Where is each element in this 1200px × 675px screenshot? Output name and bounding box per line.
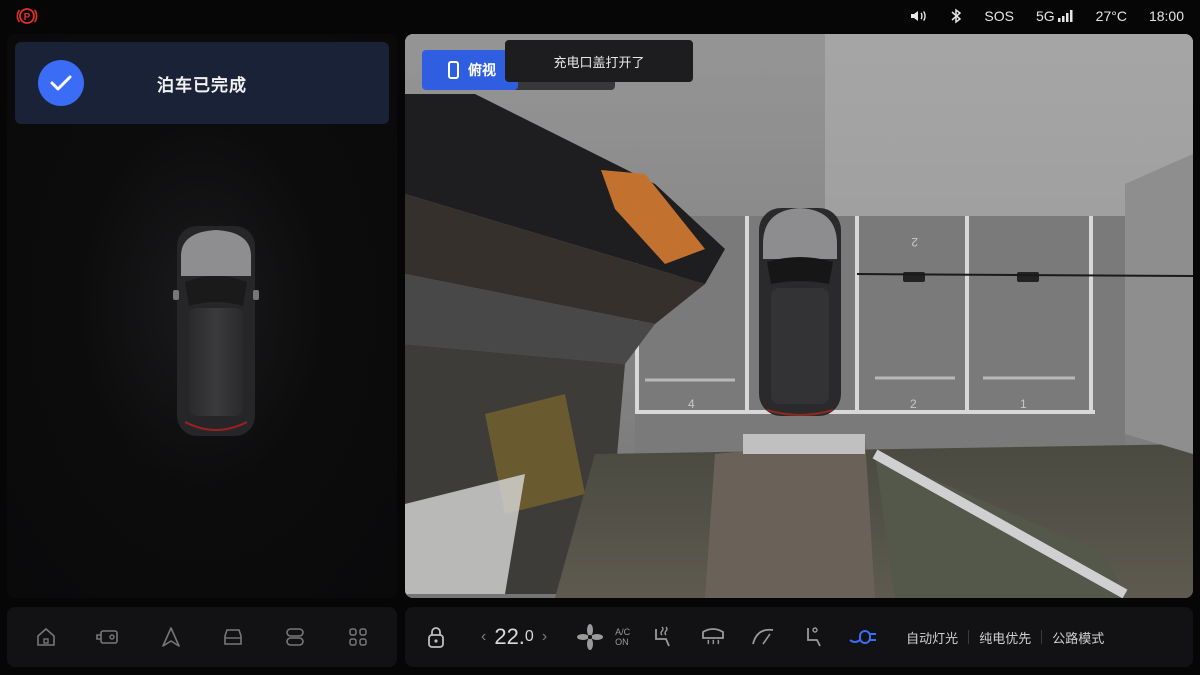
parking-complete-card: 泊车已完成 (15, 42, 389, 124)
ego-vehicle (759, 208, 841, 416)
fan-icon[interactable] (573, 620, 607, 654)
temp-increase-button[interactable]: › (534, 628, 555, 646)
outside-temperature: 27°C (1095, 8, 1127, 24)
ev-priority-button[interactable]: 纯电优先 (969, 628, 1041, 647)
climate-dock: ‹ 22. 0 › A/C ON 自动灯光 纯电优先 公路模式 (405, 607, 1193, 667)
slot-number: 4 (688, 397, 695, 411)
bluetooth-icon[interactable] (950, 8, 962, 24)
slot-number: 1 (1020, 397, 1027, 411)
parking-status-text: 泊车已完成 (157, 75, 247, 95)
ac-state: ON (615, 637, 629, 647)
auto-light-button[interactable]: 自动灯光 (896, 628, 968, 647)
charge-port-toast: 充电口盖打开了 (505, 40, 693, 82)
status-bar: P SOS 5G 27°C 18:00 (0, 0, 1200, 32)
top-view-button[interactable]: 俯视 (422, 50, 518, 90)
surround-view-camera[interactable]: 4 2 1 2 俯视 充电口盖打开了 (405, 34, 1193, 598)
home-icon[interactable] (33, 624, 59, 650)
car-icon[interactable] (220, 624, 246, 650)
network-indicator: 5G (1036, 8, 1074, 24)
signal-icon (1057, 10, 1073, 22)
top-view-label: 俯视 (468, 62, 496, 78)
seat-heat-icon[interactable] (646, 620, 680, 654)
app-dock (7, 607, 397, 667)
slot-number: 2 (911, 235, 918, 249)
ac-status[interactable]: A/C ON (615, 627, 630, 647)
parking-brake-icon: P (16, 5, 38, 27)
charge-port-icon[interactable] (846, 620, 880, 654)
wiper-icon[interactable] (746, 620, 780, 654)
clock: 18:00 (1148, 8, 1184, 24)
vehicle-top-view (171, 226, 261, 436)
road-mode-button[interactable]: 公路模式 (1042, 628, 1114, 647)
temperature-value: 22. (494, 624, 525, 649)
apps-icon[interactable] (345, 624, 371, 650)
defrost-icon[interactable] (696, 620, 730, 654)
camera-icon[interactable] (95, 624, 121, 650)
temperature-control: ‹ 22. 0 › (473, 624, 555, 650)
parking-status-panel: 泊车已完成 (7, 34, 397, 598)
temp-decrease-button[interactable]: ‹ (473, 628, 494, 646)
toggle-icon[interactable] (282, 624, 308, 650)
navigation-icon[interactable] (158, 624, 184, 650)
slot-number: 2 (910, 397, 917, 411)
svg-text:P: P (24, 12, 31, 23)
network-label: 5G (1035, 8, 1055, 24)
ac-label: A/C (615, 627, 631, 637)
camera-scene: 4 2 1 2 (405, 34, 1193, 598)
volume-icon[interactable] (910, 9, 928, 23)
seat-icon[interactable] (796, 620, 830, 654)
lock-icon[interactable] (419, 620, 453, 654)
phone-view-icon (448, 61, 459, 79)
sos-label[interactable]: SOS (984, 8, 1014, 24)
temperature-decimal: 0 (524, 628, 534, 645)
